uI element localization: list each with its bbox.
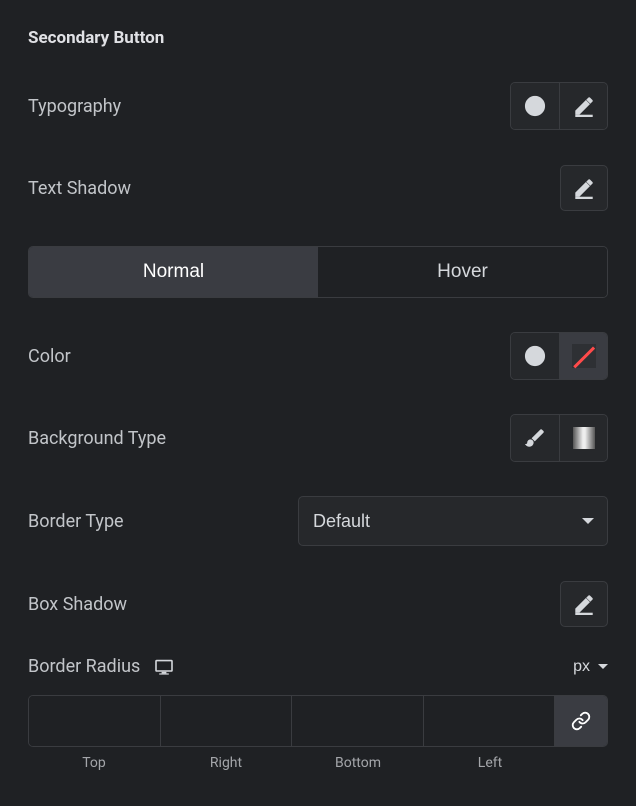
background-type-row: Background Type [28,414,608,462]
chevron-down-icon [598,664,608,669]
color-globe-button[interactable] [511,333,559,379]
text-shadow-row: Text Shadow [28,164,608,212]
border-type-label: Border Type [28,511,124,532]
typography-globe-button[interactable] [511,83,559,129]
typography-label: Typography [28,96,121,117]
typography-edit-button[interactable] [559,83,607,129]
background-gradient-button[interactable] [559,415,607,461]
label-top: Top [28,755,160,771]
border-radius-side-labels: Top Right Bottom Left [28,755,608,771]
border-radius-bottom-input[interactable] [292,696,424,746]
border-radius-top-input[interactable] [29,696,161,746]
link-values-button[interactable] [555,696,607,746]
background-classic-button[interactable] [511,415,559,461]
color-swatch-button[interactable] [559,333,607,379]
border-type-select[interactable]: Default [298,496,608,546]
border-radius-left-input[interactable] [424,696,556,746]
box-shadow-edit-button[interactable] [560,581,608,627]
link-icon [571,711,591,731]
label-bottom: Bottom [292,755,424,771]
desktop-icon[interactable] [154,659,174,675]
color-label: Color [28,346,71,367]
border-type-row: Border Type Default [28,496,608,546]
border-radius-label: Border Radius [28,656,140,677]
typography-controls [510,82,608,130]
text-shadow-edit-button[interactable] [560,165,608,211]
border-radius-unit-select[interactable]: px [573,658,608,676]
background-type-label: Background Type [28,428,166,449]
typography-row: Typography [28,82,608,130]
brush-icon [524,427,546,449]
border-radius-label-row: Border Radius [28,656,174,677]
pencil-icon [573,593,595,615]
gradient-icon [573,427,595,449]
label-right: Right [160,755,292,771]
text-shadow-label: Text Shadow [28,178,131,199]
section-title: Secondary Button [28,28,608,48]
tab-hover[interactable]: Hover [318,247,607,297]
pencil-icon [573,95,595,117]
globe-icon [524,345,546,367]
box-shadow-row: Box Shadow [28,580,608,628]
globe-icon [524,95,546,117]
border-radius-right-input[interactable] [161,696,293,746]
color-controls [510,332,608,380]
tab-normal[interactable]: Normal [29,247,318,297]
color-row: Color [28,332,608,380]
box-shadow-label: Box Shadow [28,594,127,615]
border-type-select-wrap: Default [298,496,608,546]
border-radius-header: Border Radius px [28,656,608,677]
pencil-icon [573,177,595,199]
state-tabs: Normal Hover [28,246,608,298]
border-radius-inputs [28,695,608,747]
label-left: Left [424,755,556,771]
background-type-controls [510,414,608,462]
no-color-swatch-icon [572,344,596,368]
